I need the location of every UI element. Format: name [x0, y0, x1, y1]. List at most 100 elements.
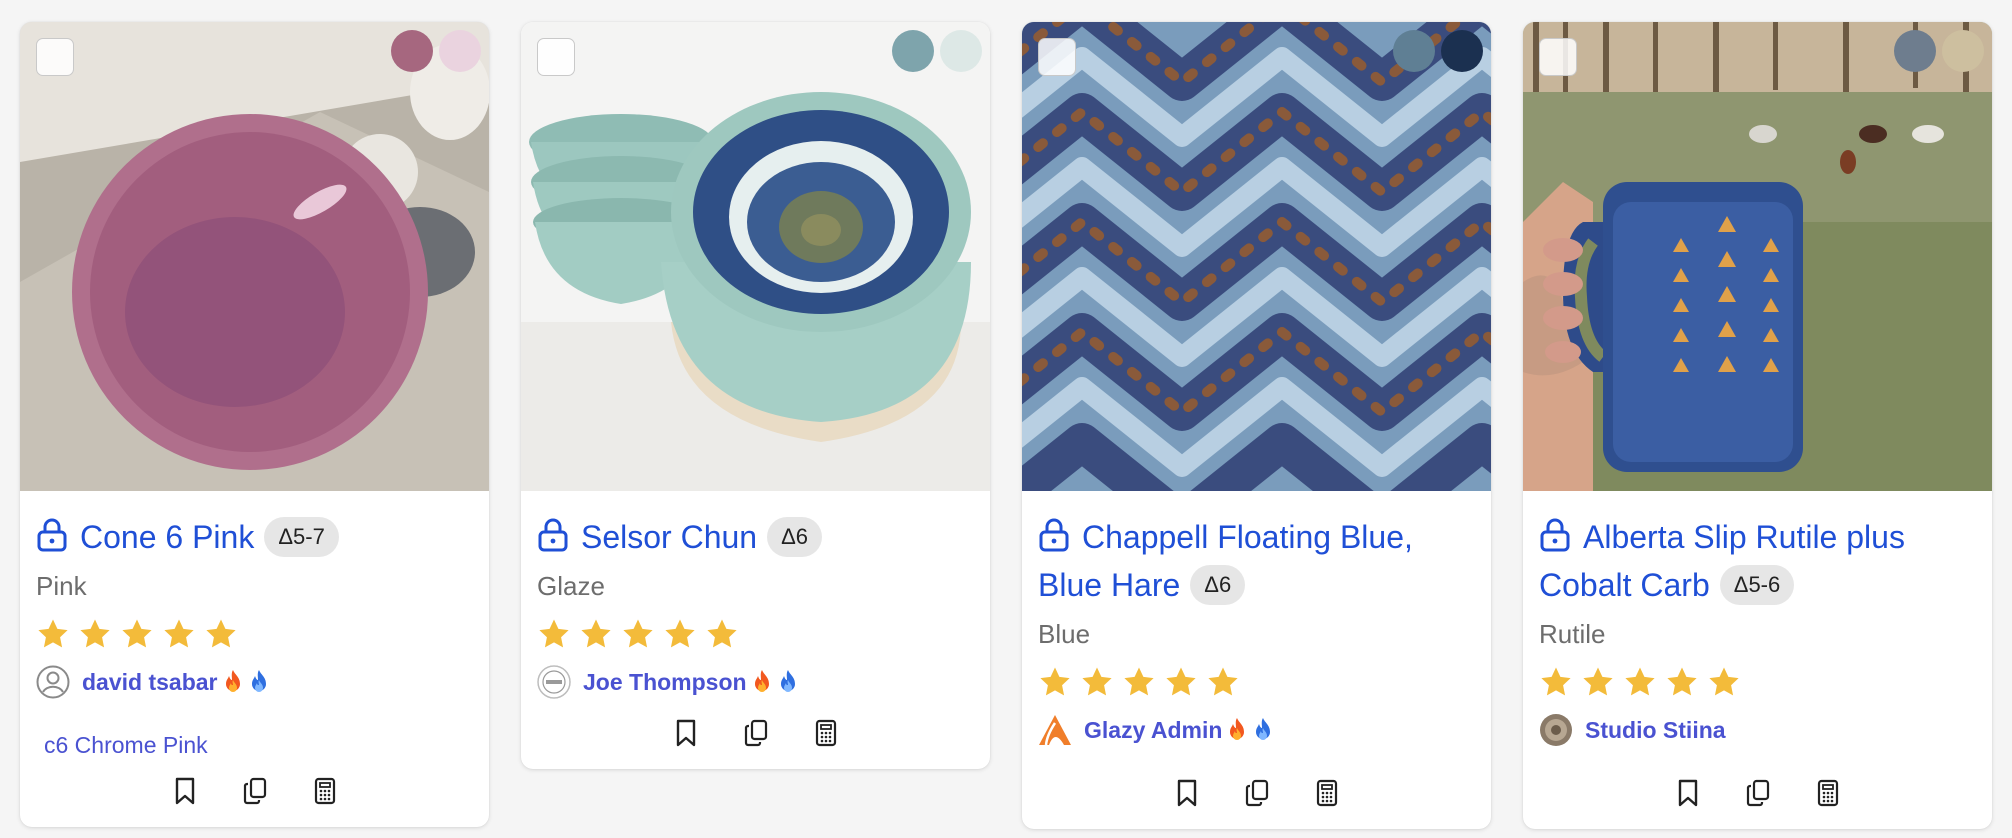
card-actions: [36, 777, 473, 813]
drop-icon: [777, 669, 799, 695]
recipe-category: Pink: [36, 571, 87, 601]
bookmark-icon[interactable]: [674, 719, 698, 747]
color-swatch: [1894, 30, 1936, 72]
color-swatch: [391, 30, 433, 72]
lock-icon: [36, 518, 68, 552]
star-icon: [1707, 665, 1741, 699]
author-row: Studio Stiina: [1539, 711, 1976, 749]
drop-icon: [1252, 717, 1274, 743]
recipe-title-row: Chappell Floating Blue, Blue Hare Δ6: [1038, 513, 1475, 609]
calculator-icon[interactable]: [1816, 779, 1840, 807]
card-actions: [1038, 779, 1475, 815]
recipe-card: Alberta Slip Rutile plus Cobalt Carb Δ5-6…: [1523, 22, 1992, 829]
calculator-icon[interactable]: [313, 777, 337, 805]
copy-icon[interactable]: [1746, 779, 1770, 807]
color-swatch: [439, 30, 481, 72]
recipe-title[interactable]: Cone 6 Pink: [80, 519, 254, 555]
copy-icon[interactable]: [243, 777, 267, 805]
lock-icon: [1539, 518, 1571, 552]
recipe-image[interactable]: [1022, 22, 1491, 491]
fire-icon: [1226, 717, 1248, 743]
cone-badge: Δ5-7: [264, 517, 339, 557]
recipe-card: Selsor Chun Δ6 Glaze Joe Thompson: [521, 22, 990, 769]
star-icon: [705, 617, 739, 651]
cone-badge: Δ6: [1190, 565, 1246, 605]
star-icon: [1623, 665, 1657, 699]
author-name[interactable]: Glazy Admin: [1084, 717, 1222, 744]
lock-icon: [537, 518, 569, 552]
star-icon: [1665, 665, 1699, 699]
author-row: Glazy Admin: [1038, 711, 1475, 749]
recipe-title-row: Alberta Slip Rutile plus Cobalt Carb Δ5-6: [1539, 513, 1976, 609]
studio-avatar[interactable]: [1539, 713, 1573, 747]
star-icon: [1581, 665, 1615, 699]
copy-icon[interactable]: [744, 719, 768, 747]
star-rating: [537, 617, 974, 651]
copy-icon[interactable]: [1245, 779, 1269, 807]
color-swatch: [1393, 30, 1435, 72]
star-icon: [162, 617, 196, 651]
recipe-title[interactable]: Selsor Chun: [581, 519, 757, 555]
recipe-title-row: Cone 6 Pink Δ5-7: [36, 513, 473, 561]
fire-icon: [751, 669, 773, 695]
bookmark-icon[interactable]: [1175, 779, 1199, 807]
star-icon: [663, 617, 697, 651]
recipe-grid: Cone 6 Pink Δ5-7 Pink david tsabar c6 Ch…: [20, 22, 1992, 829]
select-checkbox[interactable]: [537, 38, 575, 76]
star-icon: [78, 617, 112, 651]
recipe-image[interactable]: [1523, 22, 1992, 491]
author-row: Joe Thompson: [537, 663, 974, 701]
color-swatch: [1441, 30, 1483, 72]
fire-icon: [222, 669, 244, 695]
recipe-category: Blue: [1038, 619, 1091, 649]
recipe-image[interactable]: [20, 22, 489, 491]
recipe-category: Rutile: [1539, 619, 1606, 649]
card-actions: [1539, 779, 1976, 815]
star-icon: [120, 617, 154, 651]
photo-celadon-bowls: [521, 22, 990, 491]
drop-icon: [248, 669, 270, 695]
calculator-icon[interactable]: [1315, 779, 1339, 807]
star-icon: [36, 617, 70, 651]
star-icon: [537, 617, 571, 651]
select-checkbox[interactable]: [1539, 38, 1577, 76]
star-icon: [1080, 665, 1114, 699]
color-swatches: [1894, 30, 1984, 72]
glazy-logo-avatar[interactable]: [1038, 713, 1072, 747]
color-swatches: [1393, 30, 1483, 72]
user-avatar-icon[interactable]: [36, 665, 70, 699]
studio-logo-avatar[interactable]: [537, 665, 571, 699]
star-icon: [1206, 665, 1240, 699]
author-name[interactable]: david tsabar: [82, 669, 218, 696]
star-icon: [579, 617, 613, 651]
recipe-image[interactable]: [521, 22, 990, 491]
cone-badge: Δ5-6: [1719, 565, 1795, 605]
bookmark-icon[interactable]: [173, 777, 197, 805]
recipe-card: Cone 6 Pink Δ5-7 Pink david tsabar c6 Ch…: [20, 22, 489, 827]
star-icon: [204, 617, 238, 651]
photo-rutile-mug: [1523, 22, 1992, 491]
author-name[interactable]: Joe Thompson: [583, 669, 747, 696]
author-row: david tsabar: [36, 663, 473, 701]
author-name[interactable]: Studio Stiina: [1585, 717, 1726, 744]
color-swatch: [940, 30, 982, 72]
star-icon: [1038, 665, 1072, 699]
star-icon: [1539, 665, 1573, 699]
photo-pink-bowl: [20, 22, 489, 491]
color-swatch: [1942, 30, 1984, 72]
star-rating: [1038, 665, 1475, 699]
related-recipe-link[interactable]: c6 Chrome Pink: [36, 731, 473, 759]
lock-icon: [1038, 518, 1070, 552]
recipe-category: Glaze: [537, 571, 605, 601]
star-icon: [1164, 665, 1198, 699]
cone-badge: Δ6: [767, 517, 823, 557]
color-swatches: [892, 30, 982, 72]
star-rating: [36, 617, 473, 651]
select-checkbox[interactable]: [1038, 38, 1076, 76]
star-icon: [621, 617, 655, 651]
select-checkbox[interactable]: [36, 38, 74, 76]
photo-floating-blue-tile: [1022, 22, 1491, 491]
recipe-card: Chappell Floating Blue, Blue Hare Δ6 Blue…: [1022, 22, 1491, 829]
bookmark-icon[interactable]: [1676, 779, 1700, 807]
calculator-icon[interactable]: [814, 719, 838, 747]
